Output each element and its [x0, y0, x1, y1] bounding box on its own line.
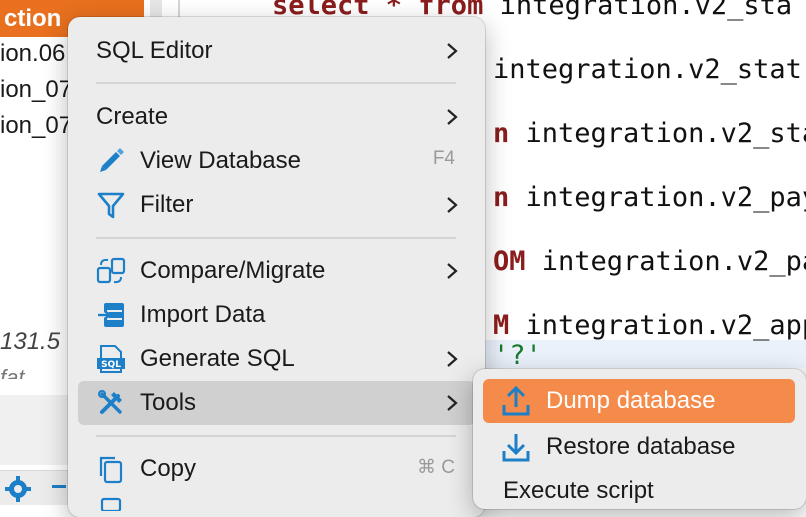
navigator-number: 131.5 — [0, 328, 61, 355]
submenu-item-restore-database[interactable]: Restore database — [483, 425, 795, 469]
chevron-right-icon — [447, 351, 458, 367]
menu-item-view-database[interactable]: View Database F4 — [78, 139, 475, 183]
partial-icon — [100, 497, 122, 511]
menu-item-shortcut: ⌘ C — [417, 457, 455, 478]
code-line: n integration.v2_pay — [493, 182, 806, 213]
menu-item-label: View Database — [140, 147, 301, 174]
menu-item-label: Filter — [140, 191, 194, 218]
menu-item-create[interactable]: Create — [78, 95, 475, 139]
menu-item-label: Tools — [140, 389, 197, 416]
tools-icon — [98, 390, 122, 414]
navigator-item[interactable]: ion_07 — [0, 76, 70, 104]
code-line: M integration.v2_app — [493, 310, 806, 341]
chevron-right-icon — [447, 197, 458, 213]
context-menu: SQL Editor Create View Database F4 Filte… — [68, 17, 485, 517]
navigator-toolbar — [0, 470, 70, 505]
menu-item-label: Create — [96, 103, 169, 130]
menu-item-import-data[interactable]: Import Data — [78, 293, 475, 337]
import-icon — [98, 303, 124, 327]
chevron-right-icon — [447, 263, 458, 279]
copy-icon — [99, 456, 123, 484]
menu-item-label: Compare/Migrate — [140, 257, 326, 284]
upload-icon — [502, 385, 530, 416]
menu-item-label: Import Data — [140, 301, 266, 328]
compare-icon — [96, 257, 126, 284]
menu-separator — [96, 237, 456, 239]
navigator-item[interactable]: ion_07 — [0, 112, 70, 140]
menu-item-shortcut: F4 — [432, 148, 455, 169]
menu-item-label: Copy — [140, 455, 197, 482]
menu-item-compare-migrate[interactable]: Compare/Migrate — [78, 249, 475, 293]
chevron-right-icon — [447, 109, 458, 125]
menu-item-tools[interactable]: Tools — [78, 381, 475, 425]
download-icon — [502, 434, 530, 462]
filter-icon — [97, 192, 125, 219]
pencil-icon — [100, 148, 124, 172]
submenu-item-dump-database[interactable]: Dump database — [483, 379, 795, 423]
sql-file-icon: SQL — [97, 345, 125, 373]
menu-item-label: Generate SQL — [140, 345, 295, 372]
menu-item-filter[interactable]: Filter — [78, 183, 475, 227]
gear-icon[interactable] — [4, 475, 32, 503]
submenu-item-label: Execute script — [503, 477, 654, 504]
code-line: n integration.v2_sta — [493, 118, 806, 149]
code-line: '?' — [493, 340, 542, 371]
submenu-item-label: Dump database — [546, 387, 716, 414]
svg-text:SQL: SQL — [101, 360, 121, 370]
tools-submenu: Dump database Restore database Execute s… — [473, 369, 806, 509]
menu-item-generate-sql[interactable]: SQL Generate SQL — [78, 337, 475, 381]
submenu-item-execute-script[interactable]: Execute script — [483, 469, 795, 513]
navigator-fragment: fat — [0, 365, 25, 379]
menu-item-label: SQL Editor — [96, 37, 213, 64]
code-line: OM integration.v2_pa — [493, 246, 806, 277]
minus-icon[interactable] — [52, 485, 66, 488]
chevron-right-icon — [447, 395, 458, 411]
submenu-item-label: Restore database — [546, 433, 736, 460]
code-line: integration.v2_stat — [493, 54, 802, 85]
menu-item-sql-editor[interactable]: SQL Editor — [78, 29, 475, 73]
navigator-panel — [0, 395, 70, 465]
menu-separator — [96, 435, 456, 437]
menu-item-copy[interactable]: Copy ⌘ C — [78, 447, 475, 491]
navigator-item[interactable]: ion.06 — [0, 40, 70, 68]
menu-separator — [96, 82, 456, 84]
chevron-right-icon — [447, 43, 458, 59]
